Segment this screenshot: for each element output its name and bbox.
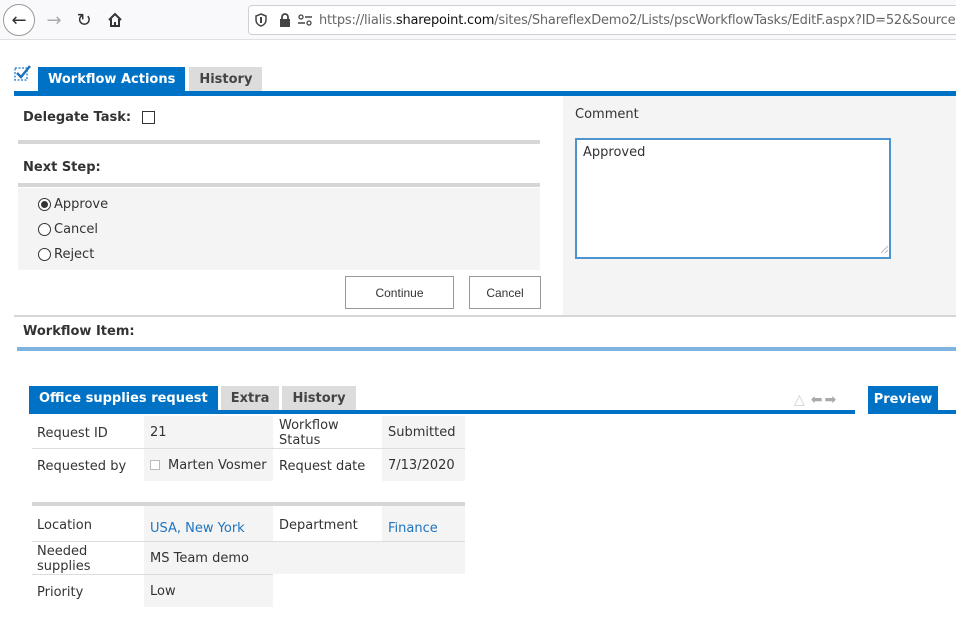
approve-radio[interactable] bbox=[38, 198, 51, 211]
option-approve[interactable]: Approve bbox=[38, 197, 108, 212]
item-navigation: △ ⬅ ➡ bbox=[794, 392, 836, 408]
url-prefix: https://lialis. bbox=[319, 12, 396, 28]
location-value[interactable]: USA, New York bbox=[144, 506, 273, 542]
request-date-label: Request date bbox=[279, 458, 366, 474]
comment-label: Comment bbox=[575, 107, 639, 122]
home-icon[interactable] bbox=[99, 4, 131, 36]
tab-history[interactable]: History bbox=[189, 67, 263, 92]
section-divider bbox=[14, 315, 956, 317]
lock-icon[interactable] bbox=[279, 11, 291, 29]
cancel-button[interactable]: Cancel bbox=[469, 276, 541, 309]
priority-value: Low bbox=[144, 575, 273, 607]
resize-grip-icon[interactable] bbox=[881, 246, 888, 253]
forward-arrow-icon[interactable]: → bbox=[38, 4, 70, 36]
cancel-radio[interactable] bbox=[38, 223, 51, 236]
tab-item-history[interactable]: History bbox=[282, 386, 356, 411]
reject-label: Reject bbox=[54, 247, 95, 262]
browser-toolbar: ← → ↻ https://lialis.sharepoint.com/site… bbox=[0, 0, 956, 40]
tab-extra[interactable]: Extra bbox=[220, 386, 280, 411]
requested-by-name[interactable]: Marten Vosmer bbox=[168, 458, 267, 473]
option-cancel[interactable]: Cancel bbox=[38, 222, 98, 237]
url-text[interactable]: https://lialis.sharepoint.com/sites/Shar… bbox=[319, 13, 956, 28]
delegate-task-label: Delegate Task: bbox=[23, 110, 132, 125]
permissions-icon[interactable] bbox=[297, 11, 313, 29]
cancel-option-label: Cancel bbox=[54, 222, 99, 237]
url-domain: sharepoint.com bbox=[395, 12, 495, 28]
approve-label: Approve bbox=[54, 197, 109, 212]
needed-supplies-label: Needed supplies bbox=[37, 544, 91, 574]
priority-label: Priority bbox=[37, 584, 84, 600]
workflow-item-label: Workflow Item: bbox=[23, 324, 135, 339]
preview-tab[interactable]: Preview bbox=[868, 386, 938, 412]
delegate-task-row: Delegate Task: bbox=[23, 110, 156, 125]
shield-icon[interactable] bbox=[255, 11, 267, 29]
divider bbox=[18, 140, 540, 144]
person-presence-icon bbox=[150, 460, 160, 470]
url-path: /sites/ShareflexDemo2/Lists/pscWorkflowT… bbox=[494, 12, 956, 28]
continue-button[interactable]: Continue bbox=[345, 276, 454, 309]
workflow-actions-panel: Delegate Task: Next Step: Approve Cancel… bbox=[14, 96, 564, 316]
tab-office-supplies-request[interactable]: Office supplies request bbox=[29, 386, 218, 411]
back-arrow-icon[interactable]: ← bbox=[3, 4, 35, 36]
location-label: Location bbox=[37, 517, 92, 533]
preview-underline bbox=[868, 410, 956, 414]
url-bar[interactable]: https://lialis.sharepoint.com/sites/Shar… bbox=[248, 5, 956, 35]
collapse-triangle-icon[interactable]: △ bbox=[794, 392, 805, 408]
item-tabs-underline bbox=[29, 410, 855, 414]
workflow-status-value: Submitted bbox=[382, 416, 465, 449]
option-reject[interactable]: Reject bbox=[38, 247, 94, 262]
reject-radio[interactable] bbox=[38, 248, 51, 261]
needed-supplies-value: MS Team demo bbox=[144, 542, 465, 574]
next-arrow-icon[interactable]: ➡ bbox=[825, 392, 837, 408]
request-id-label: Request ID bbox=[37, 425, 108, 441]
next-step-options: Approve Cancel Reject bbox=[18, 188, 540, 270]
department-label: Department bbox=[279, 517, 358, 533]
requested-by-value: Marten Vosmer bbox=[144, 449, 273, 481]
requested-by-label: Requested by bbox=[37, 458, 127, 474]
item-tabs: Office supplies request Extra History bbox=[29, 386, 359, 411]
next-step-label: Next Step: bbox=[23, 160, 101, 175]
reload-icon[interactable]: ↻ bbox=[68, 4, 100, 36]
previous-arrow-icon[interactable]: ⬅ bbox=[811, 392, 823, 408]
workflow-item-underline bbox=[17, 347, 956, 351]
workflow-tabs: Workflow Actions History bbox=[38, 67, 266, 92]
task-check-icon bbox=[14, 65, 31, 81]
request-id-value: 21 bbox=[144, 416, 273, 449]
comment-textarea[interactable] bbox=[575, 138, 891, 259]
delegate-task-checkbox[interactable] bbox=[142, 111, 156, 124]
divider bbox=[18, 183, 540, 187]
department-value[interactable]: Finance bbox=[382, 506, 465, 542]
tab-workflow-actions[interactable]: Workflow Actions bbox=[38, 67, 186, 92]
request-date-value: 7/13/2020 bbox=[382, 449, 465, 481]
comment-panel: Comment bbox=[563, 96, 956, 315]
workflow-status-label: Workflow Status bbox=[279, 418, 339, 448]
